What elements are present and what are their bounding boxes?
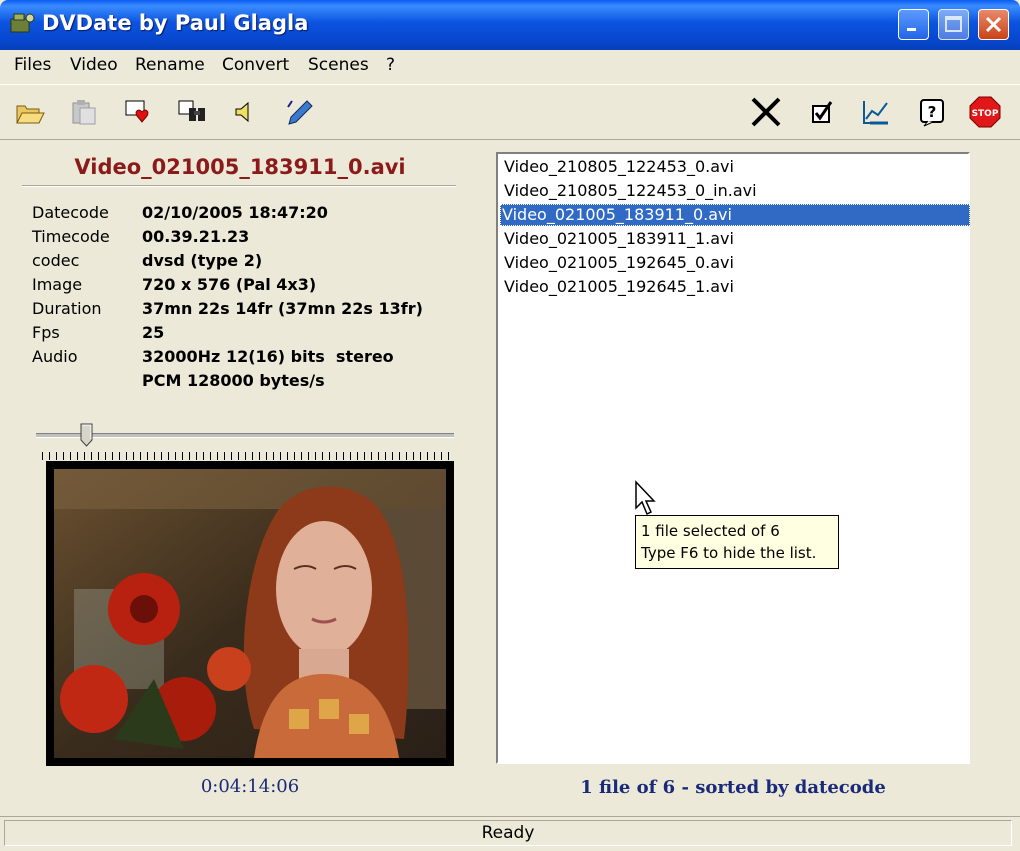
edit-pen-icon[interactable]: [284, 97, 316, 127]
paste-icon[interactable]: [68, 97, 100, 127]
mouse-cursor-icon: [635, 480, 656, 516]
info-label-datecode: Datecode: [32, 203, 109, 222]
playback-timecode: 0:04:14:06: [200, 776, 300, 797]
open-folder-icon[interactable]: [14, 97, 46, 127]
info-value-fps: 25: [142, 323, 165, 342]
info-label-timecode: Timecode: [32, 227, 110, 246]
menu-scenes[interactable]: Scenes: [308, 55, 369, 75]
file-list-item-selected[interactable]: Video_021005_183911_0.avi: [500, 204, 970, 226]
minimize-icon: [907, 28, 916, 31]
position-slider-thumb[interactable]: [80, 423, 93, 447]
file-list-item[interactable]: Video_021005_183911_1.avi: [502, 228, 968, 250]
stop-icon[interactable]: STOP: [968, 95, 1002, 129]
delete-x-icon[interactable]: [750, 97, 782, 127]
info-value-timecode: 00.39.21.23: [142, 227, 250, 246]
menu-convert[interactable]: Convert: [222, 55, 289, 75]
info-label-duration: Duration: [32, 299, 102, 318]
slider-ticks: [42, 452, 454, 460]
title-bar[interactable]: DVDate by Paul Glagla: [0, 0, 1020, 50]
info-label-image: Image: [32, 275, 83, 294]
menu-help[interactable]: ?: [386, 55, 395, 75]
info-value-audio: 32000Hz 12(16) bits stereo: [142, 347, 394, 366]
tooltip: 1 file selected of 6 Type F6 to hide the…: [635, 515, 839, 569]
video-frame-image: [54, 469, 446, 758]
info-value-audio-bitrate: PCM 128000 bytes/s: [142, 371, 325, 390]
position-slider-track[interactable]: [36, 433, 454, 438]
file-list-item[interactable]: Video_021005_192645_0.avi: [502, 252, 968, 274]
app-icon: [10, 13, 35, 33]
app-window: DVDate by Paul Glagla Files Video Rename…: [0, 0, 1020, 851]
info-value-datecode: 02/10/2005 18:47:20: [142, 203, 328, 222]
menu-files[interactable]: Files: [14, 55, 51, 75]
maximize-button[interactable]: [938, 9, 969, 40]
divider: [22, 185, 456, 187]
file-list[interactable]: Video_210805_122453_0.avi Video_210805_1…: [496, 152, 970, 764]
status-bar: Ready: [0, 816, 1020, 851]
info-value-duration: 37mn 22s 14fr (37mn 22s 13fr): [142, 299, 423, 318]
close-button[interactable]: [978, 9, 1009, 40]
tooltip-line-2: Type F6 to hide the list.: [641, 544, 817, 562]
status-text: Ready: [4, 820, 1012, 846]
check-icon[interactable]: [806, 97, 838, 127]
current-filename: Video_021005_183911_0.avi: [74, 155, 406, 179]
svg-text:STOP: STOP: [972, 109, 999, 119]
svg-text:?: ?: [928, 103, 937, 121]
tooltip-line-1: 1 file selected of 6: [641, 522, 780, 540]
info-label-audio: Audio: [32, 347, 78, 366]
menu-video[interactable]: Video: [70, 55, 118, 75]
menu-rename[interactable]: Rename: [135, 55, 205, 75]
minimize-button[interactable]: [898, 9, 929, 40]
info-label-codec: codec: [32, 251, 80, 270]
chart-icon[interactable]: [860, 97, 892, 127]
info-value-codec: dvsd (type 2): [142, 251, 263, 270]
file-list-item[interactable]: Video_210805_122453_0_in.avi: [502, 180, 968, 202]
speaker-icon[interactable]: [230, 97, 262, 127]
add-heart-icon[interactable]: [122, 97, 154, 127]
info-value-image: 720 x 576 (Pal 4x3): [142, 275, 317, 294]
close-icon: [985, 16, 1002, 33]
find-icon[interactable]: [176, 97, 208, 127]
menu-bar: Files Video Rename Convert Scenes ?: [0, 50, 1020, 80]
file-list-status: 1 file of 6 - sorted by datecode: [580, 777, 886, 798]
video-preview[interactable]: [46, 461, 454, 766]
info-label-fps: Fps: [32, 323, 60, 342]
window-title: DVDate by Paul Glagla: [42, 11, 309, 35]
file-list-item[interactable]: Video_021005_192645_1.avi: [502, 276, 968, 298]
help-icon[interactable]: ?: [916, 97, 948, 127]
maximize-icon: [945, 16, 962, 32]
file-list-item[interactable]: Video_210805_122453_0.avi: [502, 156, 968, 178]
toolbar: ? STOP: [0, 84, 1020, 140]
